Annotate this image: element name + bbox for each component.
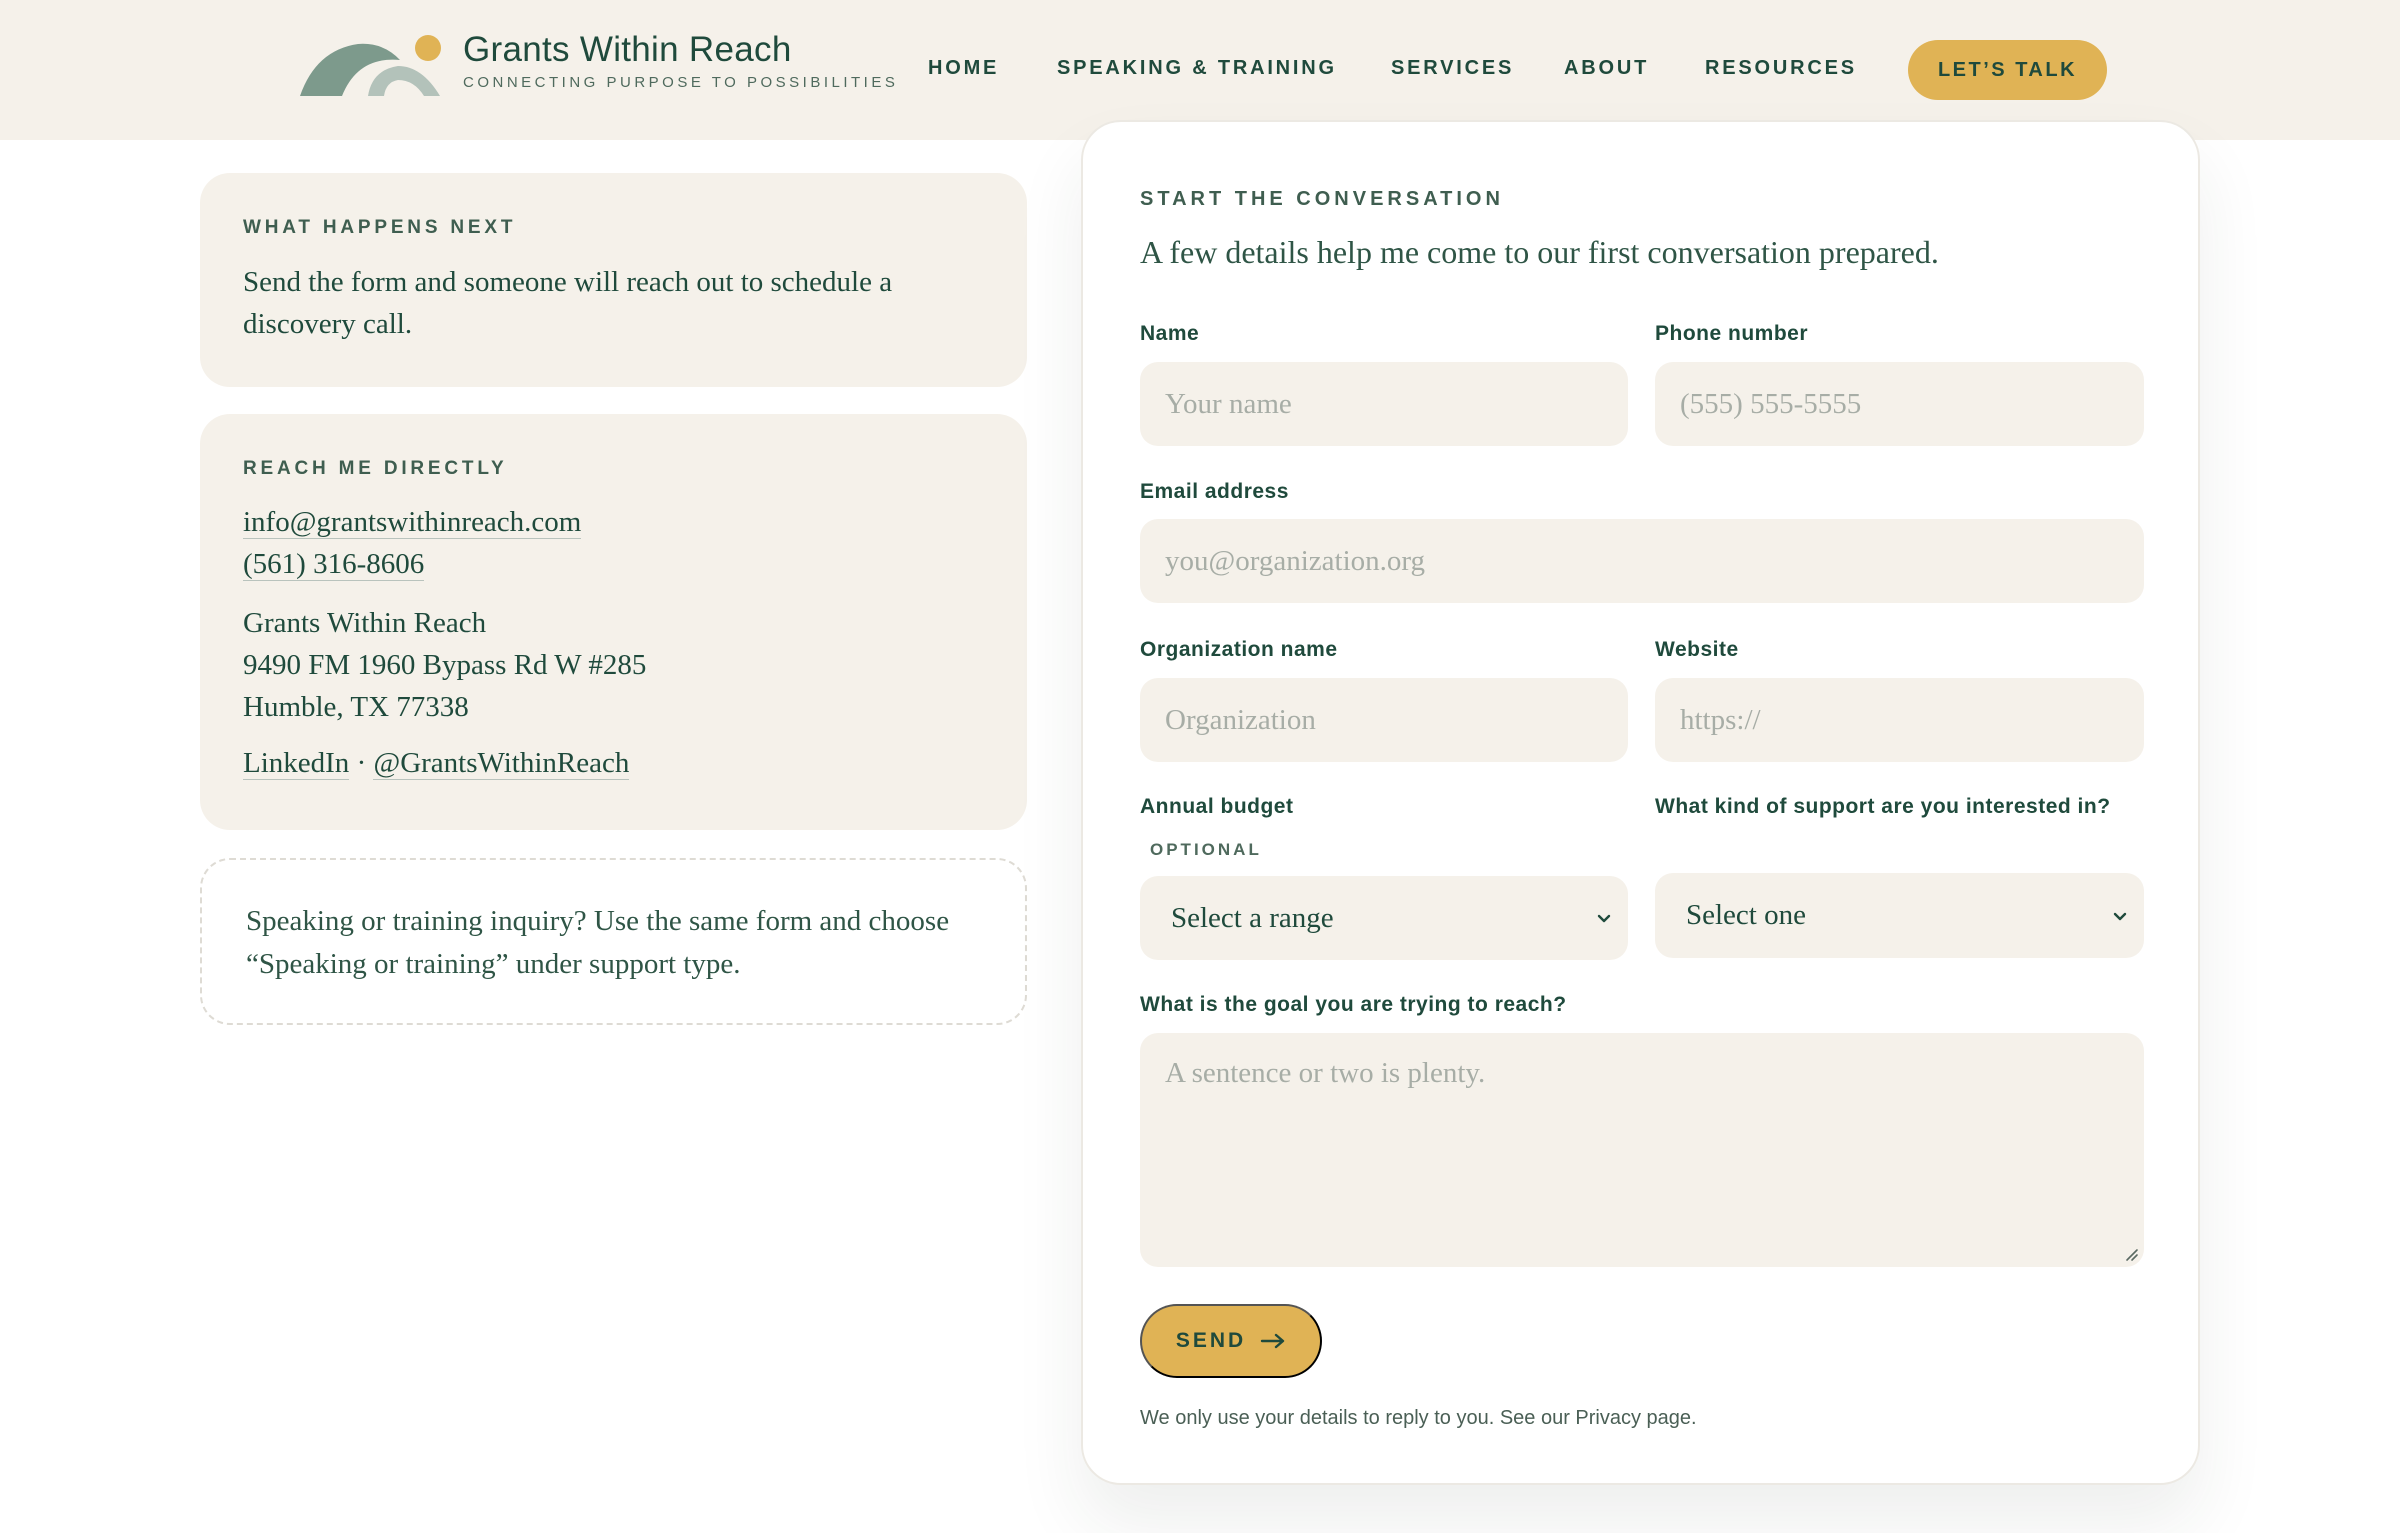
budget-select[interactable]: Select a range — [1140, 876, 1628, 960]
phone-input[interactable] — [1655, 362, 2144, 446]
address-city: Humble, TX 77338 — [243, 691, 469, 723]
brand-tagline: CONNECTING PURPOSE TO POSSIBILITIES — [463, 74, 899, 91]
nav-about[interactable]: ABOUT — [1564, 57, 1649, 80]
reach-me-directly-heading: REACH ME DIRECTLY — [243, 458, 508, 479]
arrow-right-icon — [1260, 1333, 1285, 1349]
form-intro: A few details help me come to our first … — [1140, 234, 1939, 270]
goal-textarea[interactable] — [1140, 1033, 2144, 1267]
budget-label: Annual budget — [1140, 795, 1294, 818]
site-header: Grants Within Reach CONNECTING PURPOSE T… — [0, 0, 2400, 140]
contact-email-link[interactable]: info@grantswithinreach.com — [243, 506, 582, 539]
contact-phone-line: (561) 316-8606 — [243, 543, 425, 585]
linkedin-handle-link[interactable]: @GrantsWithinReach — [373, 747, 630, 780]
address-name: Grants Within Reach — [243, 607, 487, 639]
linkedin-link[interactable]: LinkedIn — [243, 747, 350, 780]
reach-me-directly-card: REACH ME DIRECTLY info@grantswithinreach… — [200, 414, 1027, 830]
contact-email-line: info@grantswithinreach.com — [243, 501, 582, 543]
lets-talk-button[interactable]: LET’S TALK — [1908, 40, 2107, 100]
chevron-down-icon — [1597, 914, 1611, 923]
send-button-label: SEND — [1175, 1329, 1247, 1352]
support-type-select[interactable]: Select one — [1655, 873, 2144, 958]
social-line: LinkedIn · @GrantsWithinReach — [243, 742, 630, 784]
website-label: Website — [1655, 638, 1739, 661]
organization-input[interactable] — [1140, 678, 1628, 762]
email-input[interactable] — [1140, 519, 2144, 603]
goal-label: What is the goal you are trying to reach… — [1140, 993, 1567, 1016]
what-happens-next-card: WHAT HAPPENS NEXT Send the form and some… — [200, 173, 1027, 387]
goal-field-wrapper — [1140, 1033, 2144, 1267]
contact-phone-link[interactable]: (561) 316-8606 — [243, 548, 425, 581]
phone-label: Phone number — [1655, 322, 1809, 345]
budget-optional-tag: OPTIONAL — [1150, 840, 1262, 859]
nav-services[interactable]: SERVICES — [1391, 57, 1514, 80]
speaking-inquiry-text: Speaking or training inquiry? Use the sa… — [246, 905, 950, 980]
support-selected-value: Select one — [1686, 899, 1806, 931]
organization-label: Organization name — [1140, 638, 1338, 661]
send-button[interactable]: SEND — [1140, 1304, 1322, 1378]
resize-handle-icon[interactable] — [2123, 1246, 2139, 1262]
nav-speaking-training[interactable]: SPEAKING & TRAINING — [1057, 57, 1337, 80]
chevron-down-icon — [2113, 912, 2127, 920]
address-street: 9490 FM 1960 Bypass Rd W #285 — [243, 649, 647, 681]
nav-home[interactable]: HOME — [928, 57, 999, 80]
form-eyebrow: START THE CONVERSATION — [1140, 188, 1504, 210]
next-text-line: Send the form and someone will reach out… — [243, 266, 893, 298]
speaking-inquiry-note: Speaking or training inquiry? Use the sa… — [200, 858, 1027, 1025]
what-happens-next-text: Send the form and someone will reach out… — [243, 261, 892, 345]
budget-selected-value: Select a range — [1171, 901, 1334, 934]
what-happens-next-heading: WHAT HAPPENS NEXT — [243, 217, 517, 238]
logo-arc-sun-icon[interactable] — [298, 30, 448, 100]
support-label: What kind of support are you interested … — [1655, 795, 2111, 818]
website-input[interactable] — [1655, 678, 2144, 762]
contact-form: START THE CONVERSATION A few details hel… — [1081, 120, 2200, 1485]
name-input[interactable] — [1140, 362, 1628, 446]
brand-name[interactable]: Grants Within Reach — [463, 30, 792, 70]
email-label: Email address — [1140, 480, 1289, 503]
privacy-note: We only use your details to reply to you… — [1140, 1407, 1697, 1429]
mailing-address: Grants Within Reach 9490 FM 1960 Bypass … — [243, 602, 646, 728]
next-text-line: discovery call. — [243, 308, 413, 340]
nav-resources[interactable]: RESOURCES — [1705, 57, 1857, 80]
name-label: Name — [1140, 322, 1200, 345]
social-separator: · — [349, 747, 374, 779]
